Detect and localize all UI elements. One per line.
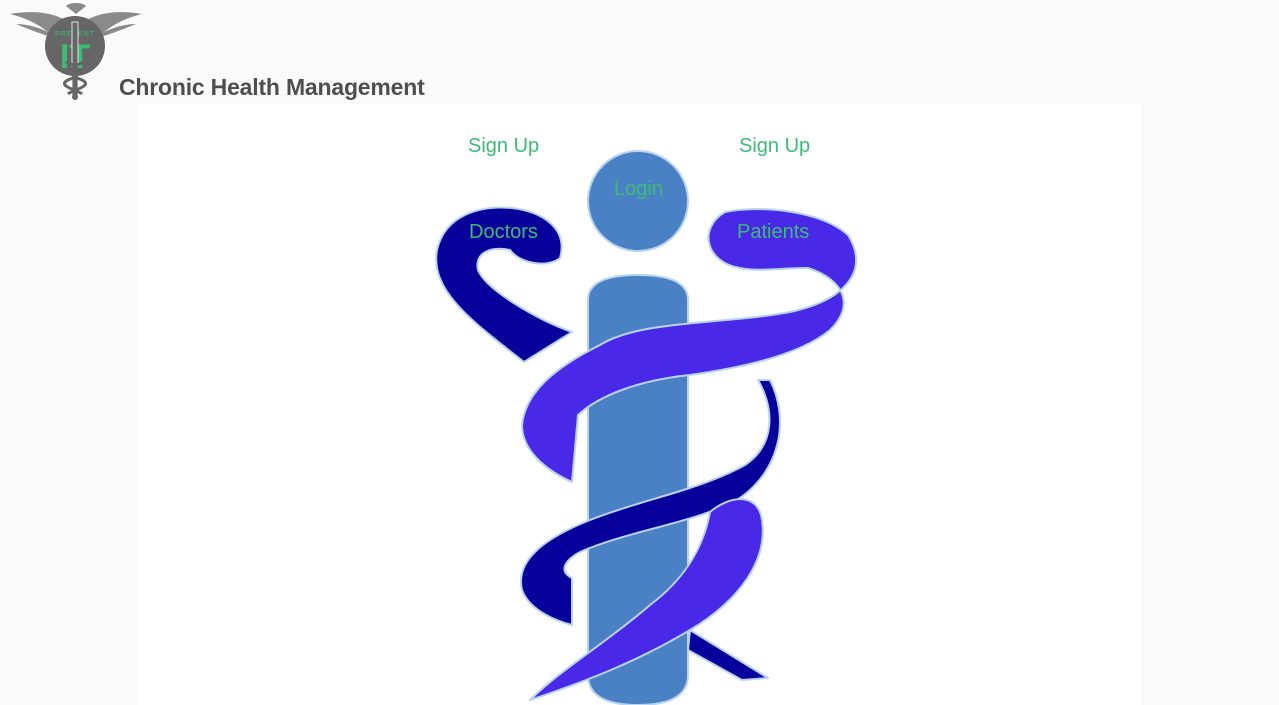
- doctors-link[interactable]: Doctors: [469, 220, 538, 244]
- page: PREVENT IT Chronic Health Management: [0, 0, 1279, 705]
- doctor-sign-up-link[interactable]: Sign Up: [468, 134, 539, 158]
- patients-link[interactable]: Patients: [737, 220, 809, 244]
- app-title: Chronic Health Management: [119, 74, 425, 100]
- patient-sign-up-link[interactable]: Sign Up: [739, 134, 810, 158]
- login-link[interactable]: Login: [614, 177, 663, 201]
